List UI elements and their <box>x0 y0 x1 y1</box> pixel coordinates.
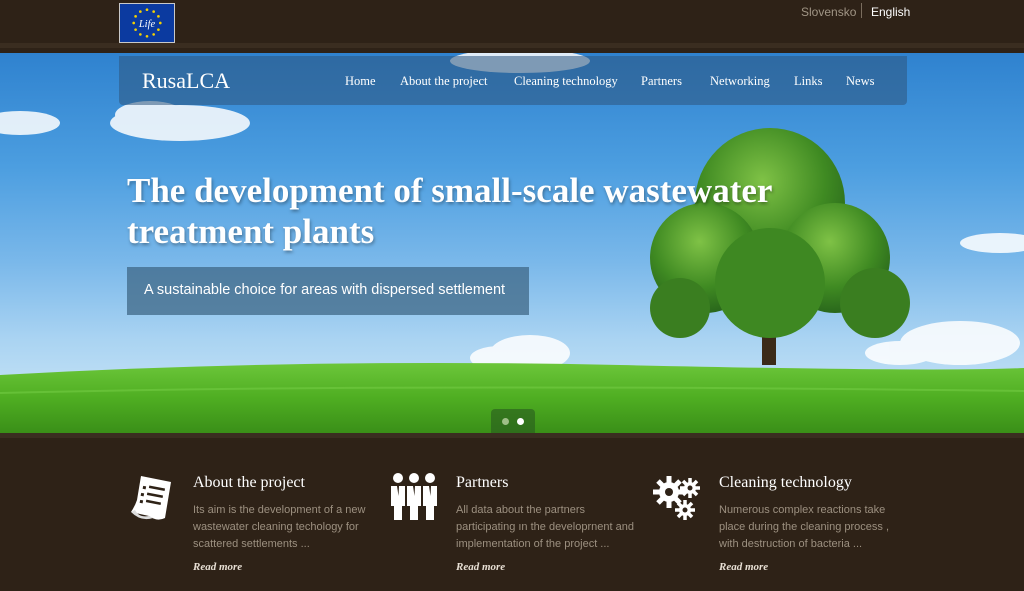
read-more-link[interactable]: Read more <box>719 561 768 573</box>
site-brand[interactable]: RusaLCA <box>142 68 230 94</box>
nav-item-links[interactable]: Links <box>794 74 822 89</box>
gears-icon <box>653 476 700 520</box>
main-navigation: RusaLCA Home About the project Cleaning … <box>119 56 907 105</box>
nav-item-news[interactable]: News <box>846 74 874 89</box>
feature-title[interactable]: About the project <box>193 474 305 492</box>
feature-description: Numerous complex reactions take place du… <box>719 504 889 550</box>
feature-title[interactable]: Partners <box>456 474 508 492</box>
people-group-icon <box>391 473 437 520</box>
lang-english-link[interactable]: English <box>871 5 910 19</box>
read-more-link[interactable]: Read more <box>193 561 242 573</box>
lang-divider <box>861 3 862 18</box>
slider-pagination <box>491 409 535 433</box>
slider-dot-1[interactable] <box>502 418 509 425</box>
eu-logo-text: Life <box>138 19 156 30</box>
eu-stars-icon: Life <box>120 4 174 42</box>
read-more-link[interactable]: Read more <box>456 561 505 573</box>
nav-item-home[interactable]: Home <box>345 74 376 89</box>
hero-tagline: A sustainable choice for areas with disp… <box>127 267 529 315</box>
document-list-icon <box>131 476 171 520</box>
top-bar: Life Slovensko English <box>0 0 1024 48</box>
feature-title[interactable]: Cleaning technology <box>719 474 852 492</box>
nav-item-cleaning-technology[interactable]: Cleaning technology <box>514 74 618 89</box>
lang-slovensko-link[interactable]: Slovensko <box>801 5 856 19</box>
hero-headline: The development of small-scale wastewate… <box>127 171 772 251</box>
nav-item-networking[interactable]: Networking <box>710 74 770 89</box>
nav-item-about-the-project[interactable]: About the project <box>400 74 487 89</box>
nav-item-partners[interactable]: Partners <box>641 74 682 89</box>
slider-dot-2[interactable] <box>517 418 524 425</box>
feature-description: All data about the partners participatin… <box>456 504 634 550</box>
eu-life-logo[interactable]: Life <box>119 3 175 43</box>
band-divider <box>0 433 1024 438</box>
feature-description: Its aim is the development of a new wast… <box>193 504 366 550</box>
